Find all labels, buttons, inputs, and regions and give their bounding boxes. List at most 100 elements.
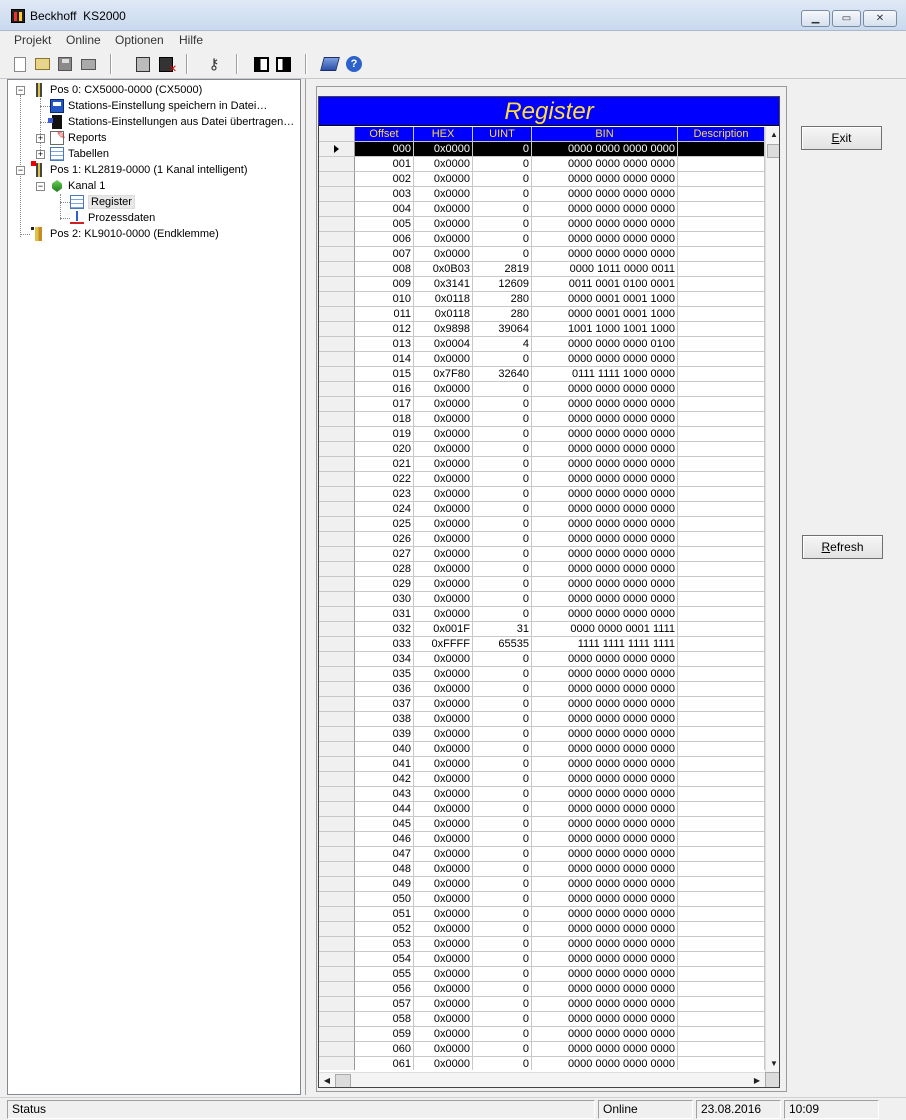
cell-hex[interactable]: 0x0000 <box>414 832 473 847</box>
cell-uint[interactable]: 2819 <box>473 262 532 277</box>
table-row[interactable]: 032 0x001F 31 0000 0000 0001 1111 <box>319 622 765 637</box>
cell-uint[interactable]: 0 <box>473 217 532 232</box>
cell-offset[interactable]: 021 <box>355 457 414 472</box>
cell-bin[interactable]: 0000 0000 0000 0000 <box>532 952 678 967</box>
cell-bin[interactable]: 0000 0000 0000 0000 <box>532 502 678 517</box>
cell-bin[interactable]: 0000 0000 0000 0000 <box>532 232 678 247</box>
cell-uint[interactable]: 0 <box>473 847 532 862</box>
menu-projekt[interactable]: Projekt <box>14 33 51 47</box>
cell-offset[interactable]: 041 <box>355 757 414 772</box>
cell-hex[interactable]: 0x0000 <box>414 682 473 697</box>
row-indicator[interactable] <box>319 457 355 472</box>
cell-uint[interactable]: 0 <box>473 952 532 967</box>
cell-bin[interactable]: 0000 0000 0000 0000 <box>532 667 678 682</box>
table-row[interactable]: 053 0x0000 0 0000 0000 0000 0000 <box>319 937 765 952</box>
cell-bin[interactable]: 0000 0000 0000 0000 <box>532 652 678 667</box>
cell-offset[interactable]: 026 <box>355 532 414 547</box>
cell-bin[interactable]: 0000 0000 0000 0000 <box>532 1027 678 1042</box>
row-indicator[interactable] <box>319 322 355 337</box>
table-row[interactable]: 034 0x0000 0 0000 0000 0000 0000 <box>319 652 765 667</box>
row-indicator[interactable] <box>319 217 355 232</box>
table-row[interactable]: 036 0x0000 0 0000 0000 0000 0000 <box>319 682 765 697</box>
cell-description[interactable] <box>678 217 765 232</box>
cell-bin[interactable]: 0000 0000 0000 0000 <box>532 727 678 742</box>
cell-description[interactable] <box>678 202 765 217</box>
cell-offset[interactable]: 060 <box>355 1042 414 1057</box>
table-row[interactable]: 005 0x0000 0 0000 0000 0000 0000 <box>319 217 765 232</box>
cell-bin[interactable]: 0000 0000 0000 0000 <box>532 997 678 1012</box>
cell-uint[interactable]: 31 <box>473 622 532 637</box>
row-indicator[interactable] <box>319 367 355 382</box>
cell-hex[interactable]: 0x0000 <box>414 547 473 562</box>
cell-hex[interactable]: 0x0000 <box>414 232 473 247</box>
row-indicator[interactable] <box>319 502 355 517</box>
open-icon[interactable] <box>32 54 52 74</box>
cell-description[interactable] <box>678 742 765 757</box>
cell-description[interactable] <box>678 367 765 382</box>
cell-description[interactable] <box>678 502 765 517</box>
cell-uint[interactable]: 0 <box>473 802 532 817</box>
table-row[interactable]: 026 0x0000 0 0000 0000 0000 0000 <box>319 532 765 547</box>
cell-hex[interactable]: 0x0000 <box>414 457 473 472</box>
cell-bin[interactable]: 0000 0000 0000 0000 <box>532 697 678 712</box>
cell-uint[interactable]: 0 <box>473 157 532 172</box>
row-indicator[interactable] <box>319 622 355 637</box>
cell-description[interactable] <box>678 517 765 532</box>
cell-hex[interactable]: 0x0000 <box>414 997 473 1012</box>
table-row[interactable]: 003 0x0000 0 0000 0000 0000 0000 <box>319 187 765 202</box>
row-indicator[interactable] <box>319 787 355 802</box>
cell-uint[interactable]: 4 <box>473 337 532 352</box>
cell-offset[interactable]: 009 <box>355 277 414 292</box>
row-indicator[interactable] <box>319 472 355 487</box>
cell-uint[interactable]: 0 <box>473 967 532 982</box>
table-row[interactable]: 048 0x0000 0 0000 0000 0000 0000 <box>319 862 765 877</box>
cell-bin[interactable]: 0000 0001 0001 1000 <box>532 307 678 322</box>
table-row[interactable]: 045 0x0000 0 0000 0000 0000 0000 <box>319 817 765 832</box>
cell-bin[interactable]: 0000 0000 0000 0000 <box>532 892 678 907</box>
cell-offset[interactable]: 004 <box>355 202 414 217</box>
cell-hex[interactable]: 0x0000 <box>414 847 473 862</box>
cell-uint[interactable]: 32640 <box>473 367 532 382</box>
cell-uint[interactable]: 0 <box>473 982 532 997</box>
scroll-up-icon[interactable]: ▲ <box>766 127 779 143</box>
cell-uint[interactable]: 0 <box>473 997 532 1012</box>
book-icon[interactable] <box>320 54 340 74</box>
cell-offset[interactable]: 043 <box>355 787 414 802</box>
cell-bin[interactable]: 1001 1000 1001 1000 <box>532 322 678 337</box>
cell-description[interactable] <box>678 562 765 577</box>
cell-offset[interactable]: 030 <box>355 592 414 607</box>
cell-offset[interactable]: 001 <box>355 157 414 172</box>
cell-description[interactable] <box>678 397 765 412</box>
row-indicator[interactable] <box>319 487 355 502</box>
row-indicator[interactable] <box>319 157 355 172</box>
cell-offset[interactable]: 045 <box>355 817 414 832</box>
cell-description[interactable] <box>678 262 765 277</box>
cell-bin[interactable]: 0000 0000 0000 0000 <box>532 577 678 592</box>
cell-bin[interactable]: 0000 0000 0000 0000 <box>532 202 678 217</box>
row-indicator[interactable] <box>319 1012 355 1027</box>
cell-hex[interactable]: 0x0000 <box>414 667 473 682</box>
cell-offset[interactable]: 042 <box>355 772 414 787</box>
cell-hex[interactable]: 0x0000 <box>414 532 473 547</box>
cell-description[interactable] <box>678 427 765 442</box>
table-row[interactable]: 061 0x0000 0 0000 0000 0000 0000 <box>319 1057 765 1070</box>
table-row[interactable]: 008 0x0B03 2819 0000 1011 0000 0011 <box>319 262 765 277</box>
cell-bin[interactable]: 0000 0000 0000 0000 <box>532 607 678 622</box>
table-row[interactable]: 042 0x0000 0 0000 0000 0000 0000 <box>319 772 765 787</box>
cell-hex[interactable]: 0x0000 <box>414 877 473 892</box>
cell-offset[interactable]: 028 <box>355 562 414 577</box>
row-indicator[interactable] <box>319 517 355 532</box>
save-icon[interactable] <box>55 54 75 74</box>
cell-uint[interactable]: 0 <box>473 1042 532 1057</box>
table-row[interactable]: 024 0x0000 0 0000 0000 0000 0000 <box>319 502 765 517</box>
cell-hex[interactable]: 0x0000 <box>414 217 473 232</box>
cell-uint[interactable]: 0 <box>473 202 532 217</box>
cell-hex[interactable]: 0x001F <box>414 622 473 637</box>
offline-icon[interactable] <box>156 54 177 75</box>
cell-bin[interactable]: 0000 0000 0000 0000 <box>532 1012 678 1027</box>
cell-bin[interactable]: 0000 1011 0000 0011 <box>532 262 678 277</box>
row-indicator[interactable] <box>319 202 355 217</box>
cell-hex[interactable]: 0x0000 <box>414 802 473 817</box>
table-row[interactable]: 054 0x0000 0 0000 0000 0000 0000 <box>319 952 765 967</box>
cell-offset[interactable]: 057 <box>355 997 414 1012</box>
